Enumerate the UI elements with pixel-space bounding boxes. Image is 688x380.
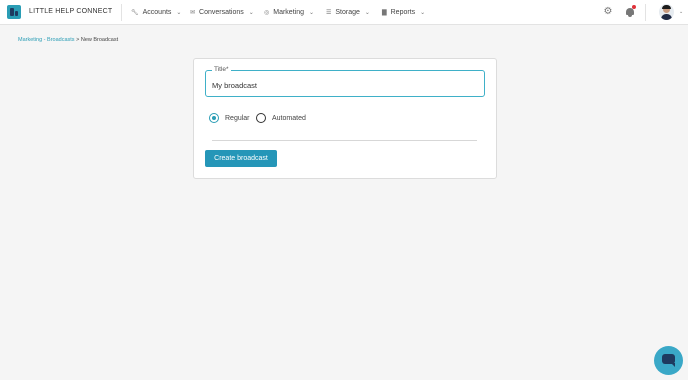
gear-icon[interactable]: ⚙ xyxy=(603,7,613,17)
chat-bubbles-icon: ✉ xyxy=(190,9,196,16)
avatar[interactable] xyxy=(659,4,674,20)
app-logo-icon[interactable] xyxy=(7,5,21,19)
brand-name[interactable]: LITTLE HELP CONNECT xyxy=(29,8,112,15)
nav-item-conversations[interactable]: ✉ Conversations ⌄ xyxy=(190,7,254,18)
radio-label-automated[interactable]: Automated xyxy=(272,115,306,122)
radio-label-regular[interactable]: Regular xyxy=(225,115,250,122)
title-field[interactable]: Title* xyxy=(205,66,485,97)
chevron-down-icon: ⌄ xyxy=(308,9,315,16)
broadcast-icon: ◎ xyxy=(264,9,270,16)
nav-item-reports[interactable]: ▇ Reports ⌄ xyxy=(382,7,425,18)
notification-dot xyxy=(632,5,636,9)
nav-item-storage[interactable]: ☰ Storage ⌄ xyxy=(326,7,370,18)
radio-option-automated[interactable]: Automated xyxy=(256,112,306,124)
form-divider xyxy=(212,140,477,141)
chat-widget-button[interactable] xyxy=(654,346,683,375)
breadcrumb-separator: > xyxy=(76,37,80,43)
top-navigation-bar: LITTLE HELP CONNECT 🔧︎ Accounts ⌄ ✉ Conv… xyxy=(0,0,688,25)
nav-item-marketing[interactable]: ◎ Marketing ⌄ xyxy=(264,7,314,18)
nav-divider xyxy=(645,4,646,21)
nav-item-label: Reports xyxy=(390,9,416,16)
breadcrumb: Marketing - Broadcasts > New Broadcast xyxy=(18,37,118,43)
bar-chart-icon: ▇ xyxy=(382,9,387,16)
list-icon: ☰ xyxy=(326,9,332,16)
bell-icon[interactable] xyxy=(625,5,636,18)
nav-item-label: Storage xyxy=(335,9,360,16)
chevron-down-icon: ⌄ xyxy=(420,9,426,16)
chevron-down-icon[interactable]: ⌄ xyxy=(679,9,683,15)
wrench-icon: 🔧︎ xyxy=(131,9,139,16)
title-label: Title* xyxy=(212,66,231,74)
nav-item-accounts[interactable]: 🔧︎ Accounts ⌄ xyxy=(131,7,181,18)
radio-button-automated[interactable] xyxy=(256,113,266,123)
chevron-down-icon: ⌄ xyxy=(176,9,182,16)
nav-item-label: Accounts xyxy=(142,9,172,16)
chevron-down-icon: ⌄ xyxy=(364,9,370,16)
breadcrumb-current: New Broadcast xyxy=(80,37,119,43)
breadcrumb-link-broadcasts[interactable]: Marketing - Broadcasts xyxy=(18,37,75,43)
title-input[interactable] xyxy=(212,79,472,91)
new-broadcast-form: Title* Regular Automated Create broadcas… xyxy=(193,58,497,179)
radio-option-regular[interactable]: Regular xyxy=(209,112,250,124)
nav-item-label: Marketing xyxy=(273,9,304,16)
create-broadcast-button[interactable]: Create broadcast xyxy=(205,150,277,167)
radio-button-regular[interactable] xyxy=(209,113,219,123)
nav-divider xyxy=(121,4,122,21)
chevron-down-icon: ⌄ xyxy=(248,9,254,16)
nav-item-label: Conversations xyxy=(199,9,244,16)
